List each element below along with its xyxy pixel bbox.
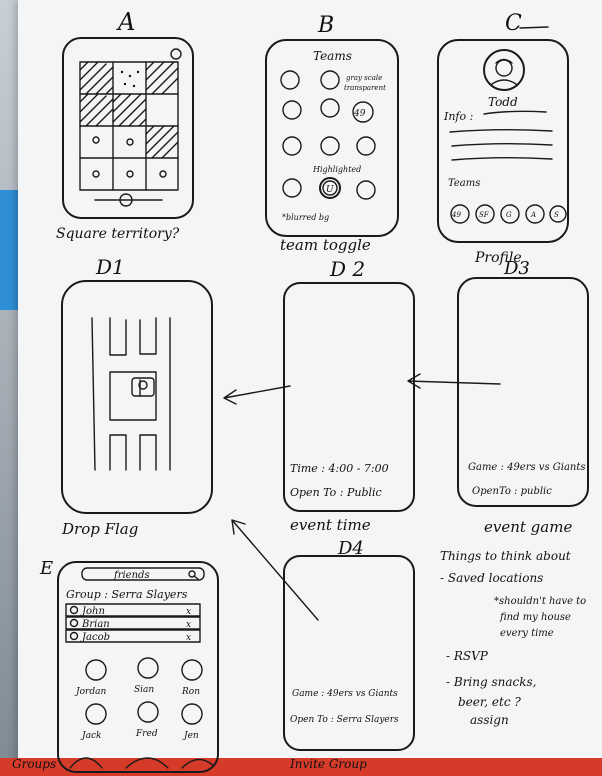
caption-a: Square territory? (56, 226, 180, 242)
letter-e: E (39, 558, 53, 579)
logo-a: A (530, 211, 536, 219)
phone-e: E friends Group : Serra Slayers John Bri… (12, 558, 219, 773)
note-beer: beer, etc ? (458, 695, 521, 709)
caption-d4: Invite Group (289, 757, 367, 771)
caption-d1: Drop Flag (61, 520, 138, 538)
phone-d3: D3 Game : 49ers vs Giants OpenTo : publi… (457, 258, 589, 536)
caption-d3: event game (484, 518, 572, 536)
caption-d2: event time (290, 516, 371, 534)
profile-name: Todd (488, 95, 518, 109)
event-open-to: Open To : Public (290, 486, 382, 499)
note-blurred: *blurred bg (282, 213, 329, 222)
arrow-d3-d2 (407, 373, 501, 389)
teams-label: Teams (448, 178, 480, 189)
friend-sian: Sian (134, 685, 154, 695)
invite-game: Game : 49ers vs Giants (292, 689, 398, 699)
note-bring-snacks: - Bring snacks, (446, 675, 537, 689)
member-jacob: Jacob (80, 632, 110, 643)
phone-c: C Todd Info : Teams 49 SF G A S Profile (437, 11, 569, 266)
event-game: Game : 49ers vs Giants (468, 462, 586, 473)
letter-d2: D 2 (329, 257, 365, 281)
group-name: Group : Serra Slayers (66, 588, 188, 601)
info-label: Info : (443, 110, 473, 123)
friend-ron: Ron (181, 687, 200, 697)
notes: Things to think about - Saved locations … (440, 549, 586, 727)
logo-sf: SF (479, 211, 490, 219)
member-john: John (80, 606, 105, 617)
friends-search: friends (113, 570, 150, 581)
member-brian: Brian (81, 619, 110, 630)
letter-b: B (317, 13, 334, 38)
event-time: Time : 4:00 - 7:00 (290, 462, 389, 475)
remove-john-icon: x (186, 607, 191, 617)
remove-jacob-icon: x (186, 633, 191, 643)
note-grayscale: gray scale (346, 74, 382, 82)
arrow-d4-d1 (231, 519, 319, 621)
note-transparent: transparent (344, 84, 386, 92)
letter-c: C (505, 11, 522, 36)
phone-b: B Teams 49 gray scale transparent Highli… (265, 13, 399, 254)
invite-open-to: Open To : Serra Slayers (290, 715, 399, 725)
team-logos: 49 SF G A S (450, 204, 567, 224)
caption-e: Groups (12, 757, 56, 771)
teams-title: Teams (313, 49, 352, 63)
note-rsvp: - RSVP (446, 649, 489, 663)
note-assign: assign (470, 713, 509, 727)
letter-a: A (116, 8, 135, 36)
letter-d1: D1 (95, 255, 125, 279)
phone-d2: D 2 Time : 4:00 - 7:00 Open To : Public … (283, 257, 415, 534)
event-open-to-public: OpenTo : public (472, 486, 552, 497)
badge-49: 49 (353, 109, 366, 119)
friend-fred: Fred (135, 729, 158, 739)
friend-jack: Jack (80, 731, 101, 741)
notes-heading: Things to think about (440, 549, 571, 563)
logo-s: S (554, 211, 559, 219)
arrow-d2-d1 (223, 385, 291, 405)
friend-jen: Jen (182, 731, 199, 741)
sketch-drawing: A Square territory? B Teams 49 gray scal… (12, 8, 589, 773)
logo-g: G (506, 211, 512, 219)
phone-a: A Square territory? (56, 8, 194, 242)
letter-d3: D3 (503, 258, 530, 279)
remove-brian-icon: x (186, 620, 191, 630)
phone-d1: D1 Drop Flag (61, 255, 213, 538)
badge-u: U (326, 185, 334, 195)
logo-49: 49 (451, 211, 461, 219)
friend-jordan: Jordan (74, 687, 106, 697)
phone-d4: D4 Game : 49ers vs Giants Open To : Serr… (283, 538, 415, 771)
note-saved-locations: - Saved locations (440, 571, 543, 585)
note-should-not: *shouldn't have to (494, 596, 586, 607)
note-every-time: every time (500, 628, 554, 639)
note-find-house: find my house (499, 612, 571, 623)
caption-b: team toggle (280, 236, 371, 254)
note-highlighted: Highlighted (312, 165, 361, 174)
